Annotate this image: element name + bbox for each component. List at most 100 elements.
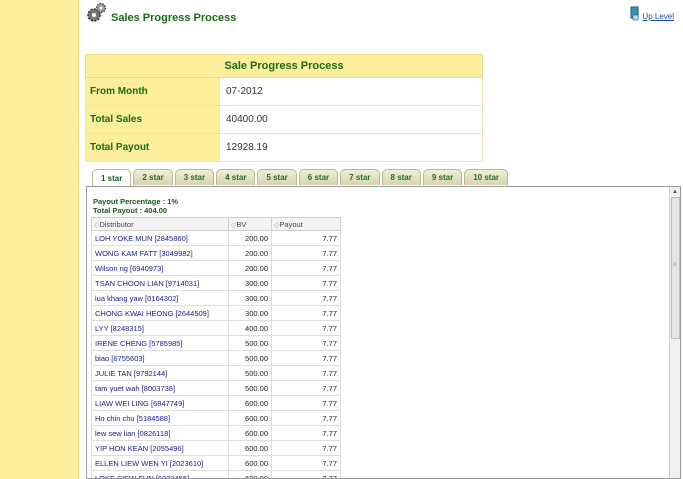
table-row: TSAN CHOON LIAN [9714031] 300.00 7.77 <box>91 275 341 291</box>
table-row: JULIE TAN [9792144] 500.00 7.77 <box>91 365 341 381</box>
column-header-bv[interactable]: ◇BV <box>228 217 272 231</box>
payout-cell: 7.77 <box>271 305 341 321</box>
page-header: Sales Progress Process Up Level <box>86 2 676 32</box>
summary-row: Total Sales 40400.00 <box>85 105 483 134</box>
tab-7-star[interactable]: 7 star <box>340 169 380 185</box>
summary-label: Total Sales <box>85 105 220 134</box>
payout-cell: 7.77 <box>271 410 341 426</box>
left-sidebar <box>0 0 79 479</box>
payout-cell: 7.77 <box>271 350 341 366</box>
distributor-cell: LIAW WEI LING [6847749] <box>91 395 229 411</box>
distributor-cell: LYY [8248315] <box>91 320 229 336</box>
bv-cell: 600.00 <box>228 395 272 411</box>
grip-icon: ≡ <box>673 262 677 268</box>
summary-value: 07-2012 <box>219 77 483 106</box>
payout-cell: 7.77 <box>271 365 341 381</box>
payout-cell: 7.77 <box>271 380 341 396</box>
summary-label: From Month <box>85 77 220 106</box>
column-header-distributor[interactable]: ◇Distributor <box>91 217 229 231</box>
table-row: lua khang yaw [0164302] 300.00 7.77 <box>91 290 341 306</box>
table-row: ELLEN LIEW WEN YI [2023610] 600.00 7.77 <box>91 455 341 471</box>
distributor-cell: IRENE CHENG [5785985] <box>91 335 229 351</box>
payout-cell: 7.77 <box>271 245 341 261</box>
distributor-table: ◇Distributor ◇BV ◇Payout LOH YOKE MUN [2… <box>91 217 341 478</box>
summary-value: 12928.19 <box>219 133 483 162</box>
table-row: CHONG KWAI HEONG [2644509] 300.00 7.77 <box>91 305 341 321</box>
tab-2-star[interactable]: 2 star <box>133 169 173 185</box>
tab-panel: Payout Percentage : 1% Total Payout : 40… <box>86 186 681 479</box>
table-row: YIP HON KEAN [2055496] 600.00 7.77 <box>91 440 341 456</box>
distributor-cell: tam yuet wah [8003738] <box>91 380 229 396</box>
table-row: LOH YOKE MUN [2845860] 200.00 7.77 <box>91 230 341 246</box>
vertical-scrollbar[interactable]: ▲ ≡ <box>669 187 680 478</box>
tab-10-star[interactable]: 10 star <box>464 169 509 185</box>
tab-8-star[interactable]: 8 star <box>381 169 421 185</box>
bv-cell: 500.00 <box>228 365 272 381</box>
bv-cell: 500.00 <box>228 380 272 396</box>
tab-5-star[interactable]: 5 star <box>257 169 297 185</box>
distributor-cell: YIP HON KEAN [2055496] <box>91 440 229 456</box>
bv-cell: 300.00 <box>228 290 272 306</box>
bv-cell: 200.00 <box>228 230 272 246</box>
summary-label: Total Payout <box>85 133 220 162</box>
distributor-cell: LOKE SIEW FUN [6023455] <box>91 470 229 478</box>
payout-cell: 7.77 <box>271 455 341 471</box>
bv-cell: 300.00 <box>228 305 272 321</box>
table-row: LOKE SIEW FUN [6023455] 600.00 7.77 <box>91 470 341 478</box>
payout-cell: 7.77 <box>271 260 341 276</box>
bv-cell: 500.00 <box>228 335 272 351</box>
bv-cell: 600.00 <box>228 470 272 478</box>
bv-cell: 400.00 <box>228 320 272 336</box>
distributor-cell: ELLEN LIEW WEN YI [2023610] <box>91 455 229 471</box>
payout-info: Payout Percentage : 1% Total Payout : 40… <box>93 197 178 215</box>
payout-cell: 7.77 <box>271 230 341 246</box>
summary-table: Sale Progress Process From Month 07-2012… <box>85 54 483 162</box>
table-row: LIAW WEI LING [6847749] 600.00 7.77 <box>91 395 341 411</box>
payout-cell: 7.77 <box>271 335 341 351</box>
up-level-link[interactable]: Up Level <box>630 6 674 21</box>
bv-cell: 200.00 <box>228 260 272 276</box>
bv-cell: 600.00 <box>228 455 272 471</box>
payout-percentage: Payout Percentage : 1% <box>93 197 179 206</box>
payout-cell: 7.77 <box>271 440 341 456</box>
distributor-cell: biao [6755603] <box>91 350 229 366</box>
table-row: tam yuet wah [8003738] 500.00 7.77 <box>91 380 341 396</box>
tab-9-star[interactable]: 9 star <box>422 169 463 185</box>
summary-heading: Sale Progress Process <box>85 54 483 78</box>
tab-4-star[interactable]: 4 star <box>216 169 256 185</box>
payout-cell: 7.77 <box>271 470 341 478</box>
summary-row: Total Payout 12928.19 <box>85 133 483 162</box>
distributor-cell: JULIE TAN [9792144] <box>91 365 229 381</box>
bv-cell: 600.00 <box>228 425 272 441</box>
total-payout: Total Payout : 404.00 <box>93 206 168 215</box>
table-row: WONG KAM FATT [3049982] 200.00 7.77 <box>91 245 341 261</box>
scroll-up-icon[interactable]: ▲ <box>671 188 679 196</box>
gears-icon <box>87 2 107 22</box>
bv-cell: 200.00 <box>228 245 272 261</box>
page-title: Sales Progress Process <box>111 12 237 24</box>
table-row: LYY [8248315] 400.00 7.77 <box>91 320 341 336</box>
distributor-cell: lew sew lian [0826118] <box>91 425 229 441</box>
table-row: Wilson ng [6940973] 200.00 7.77 <box>91 260 341 276</box>
table-row: Ho chin chu [5184588] 600.00 7.77 <box>91 410 341 426</box>
distributor-cell: TSAN CHOON LIAN [9714031] <box>91 275 229 291</box>
bv-cell: 600.00 <box>228 410 272 426</box>
column-header-payout[interactable]: ◇Payout <box>271 217 341 231</box>
up-level-label[interactable]: Up Level <box>642 12 674 21</box>
tab-6-star[interactable]: 6 star <box>298 169 339 185</box>
payout-cell: 7.77 <box>271 395 341 411</box>
summary-row: From Month 07-2012 <box>85 77 483 106</box>
table-row: lew sew lian [0826118] 600.00 7.77 <box>91 425 341 441</box>
distributor-cell: LOH YOKE MUN [2845860] <box>91 230 229 246</box>
payout-cell: 7.77 <box>271 290 341 306</box>
distributor-cell: CHONG KWAI HEONG [2644509] <box>91 305 229 321</box>
distributor-cell: Wilson ng [6940973] <box>91 260 229 276</box>
summary-value: 40400.00 <box>219 105 483 134</box>
tab-3-star[interactable]: 3 star <box>174 169 215 185</box>
bv-cell: 500.00 <box>228 350 272 366</box>
tab-1-star[interactable]: 1 star <box>92 169 132 186</box>
scroll-thumb[interactable]: ≡ <box>671 197 680 339</box>
bv-cell: 300.00 <box>228 275 272 291</box>
up-level-icon <box>630 6 639 21</box>
table-row: IRENE CHENG [5785985] 500.00 7.77 <box>91 335 341 351</box>
